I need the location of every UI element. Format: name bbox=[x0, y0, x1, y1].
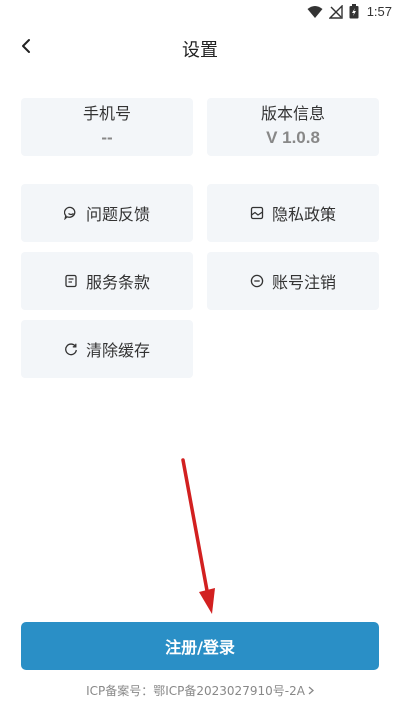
feedback-label: 问题反馈 bbox=[85, 205, 150, 224]
status-icons: 1:57 bbox=[307, 4, 392, 19]
cancel-account-label: 账号注销 bbox=[271, 273, 336, 292]
phone-label: 手机号 bbox=[82, 104, 131, 123]
phone-card: 手机号 -- bbox=[21, 98, 193, 156]
page-title: 设置 bbox=[182, 40, 218, 61]
clear-cache-button[interactable]: 清除缓存 bbox=[21, 320, 193, 378]
document-icon bbox=[64, 274, 78, 288]
register-login-button[interactable]: 注册/登录 bbox=[21, 622, 379, 670]
wifi-icon bbox=[307, 5, 323, 19]
status-time: 1:57 bbox=[366, 4, 392, 19]
version-card: 版本信息 V 1.0.8 bbox=[207, 98, 379, 156]
header: 设置 bbox=[0, 28, 400, 68]
refresh-icon bbox=[64, 342, 78, 356]
chat-bubble-icon bbox=[63, 206, 78, 220]
no-signal-icon bbox=[328, 4, 343, 19]
battery-icon bbox=[349, 4, 359, 19]
chevron-right-icon bbox=[308, 684, 314, 698]
feedback-button[interactable]: 问题反馈 bbox=[21, 184, 193, 242]
status-bar: 1:57 bbox=[0, 0, 400, 24]
terms-of-service-label: 服务条款 bbox=[85, 273, 150, 292]
privacy-policy-label: 隐私政策 bbox=[271, 205, 336, 224]
privacy-policy-button[interactable]: 隐私政策 bbox=[207, 184, 379, 242]
cancel-account-button[interactable]: 账号注销 bbox=[207, 252, 379, 310]
image-document-icon bbox=[250, 206, 264, 220]
minus-circle-icon bbox=[250, 274, 264, 288]
version-value: V 1.0.8 bbox=[266, 128, 320, 147]
terms-of-service-button[interactable]: 服务条款 bbox=[21, 252, 193, 310]
clear-cache-label: 清除缓存 bbox=[85, 341, 150, 360]
icp-record-text: ICP备案号：鄂ICP备2023027910号-2A bbox=[86, 684, 305, 698]
phone-value: -- bbox=[101, 128, 113, 147]
version-label: 版本信息 bbox=[260, 104, 325, 123]
icp-record-link[interactable]: ICP备案号：鄂ICP备2023027910号-2A bbox=[0, 682, 400, 699]
